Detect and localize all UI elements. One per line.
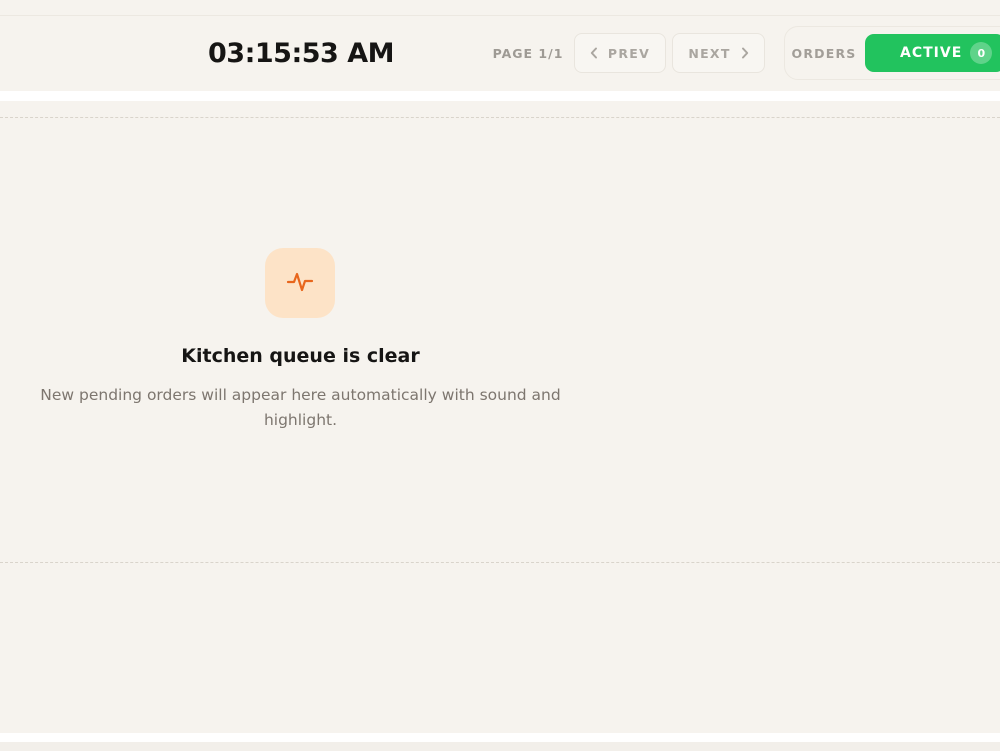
header-separator xyxy=(0,91,1000,101)
dashed-divider-top xyxy=(0,117,1000,118)
empty-state-title: Kitchen queue is clear xyxy=(181,345,420,367)
next-button[interactable]: NEXT xyxy=(672,33,765,73)
empty-state-subtitle: New pending orders will appear here auto… xyxy=(40,386,561,429)
active-orders-button[interactable]: ACTIVE 0 xyxy=(865,34,1000,72)
prev-button[interactable]: PREV xyxy=(574,33,666,73)
page-indicator: PAGE 1/1 xyxy=(492,46,564,61)
chevron-left-icon xyxy=(590,47,598,59)
prev-label: PREV xyxy=(607,45,651,61)
chevron-right-icon xyxy=(741,47,749,59)
footer xyxy=(0,742,1000,751)
active-label: ACTIVE xyxy=(900,45,963,61)
next-label: NEXT xyxy=(688,45,731,61)
orders-label: ORDERS xyxy=(791,46,857,61)
top-divider xyxy=(0,15,1000,16)
empty-state-icon-tile xyxy=(265,248,335,318)
footer-separator xyxy=(0,733,1000,742)
dashed-divider-bottom xyxy=(0,562,1000,563)
active-count-badge: 0 xyxy=(970,42,993,64)
activity-icon xyxy=(285,266,315,300)
clock: 03:15:53 AM xyxy=(208,38,394,69)
